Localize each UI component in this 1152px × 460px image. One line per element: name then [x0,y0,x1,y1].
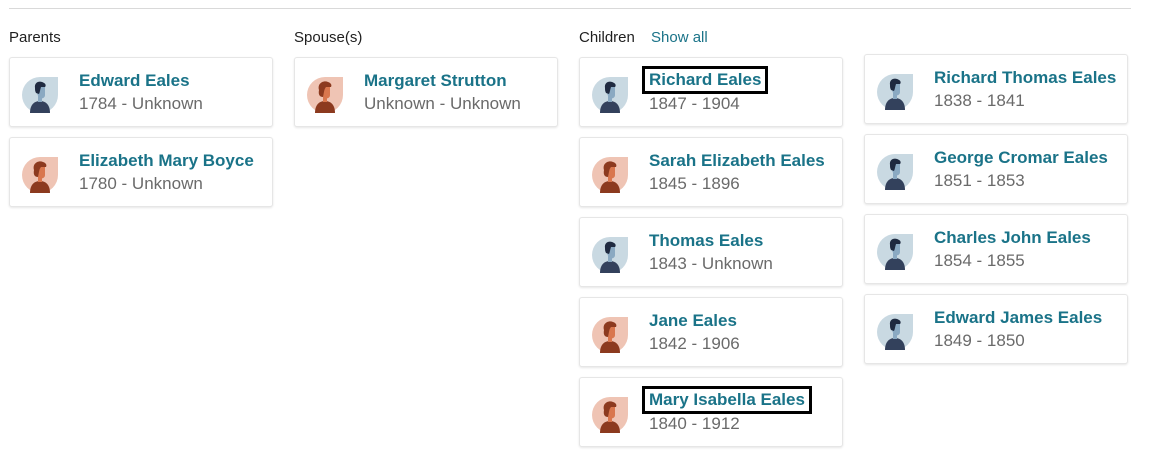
female-avatar-icon [20,155,60,195]
person-dates: Unknown - Unknown [364,94,521,113]
child-card[interactable]: Sarah Elizabeth Eales 1845 - 1896 [579,137,843,207]
person-name[interactable]: Thomas Eales [646,231,766,251]
spouse-card[interactable]: Margaret Strutton Unknown - Unknown [294,57,558,127]
female-avatar-icon [590,315,630,355]
female-avatar-icon [590,155,630,195]
parents-heading: Parents [9,29,61,46]
parent-card[interactable]: Edward Eales 1784 - Unknown [9,57,273,127]
person-dates: 1838 - 1841 [934,91,1025,110]
person-name[interactable]: Richard Thomas Eales [931,68,1119,88]
person-name[interactable]: Edward James Eales [931,308,1105,328]
child-card[interactable]: George Cromar Eales 1851 - 1853 [864,134,1128,204]
person-dates: 1847 - 1904 [649,94,740,113]
person-dates: 1845 - 1896 [649,174,740,193]
children-heading: Children [579,29,635,46]
person-name[interactable]: Richard Eales [641,66,769,94]
person-name[interactable]: Mary Isabella Eales [642,386,812,414]
male-avatar-icon [590,75,630,115]
male-avatar-icon [875,232,915,272]
spouses-heading: Spouse(s) [294,29,363,46]
child-card[interactable]: Thomas Eales 1843 - Unknown [579,217,843,287]
male-avatar-icon [590,235,630,275]
person-name[interactable]: George Cromar Eales [931,148,1111,168]
child-card[interactable]: Charles John Eales 1854 - 1855 [864,214,1128,284]
show-all-link[interactable]: Show all [651,29,708,47]
child-card[interactable]: Richard Eales 1847 - 1904 [579,57,843,127]
person-name[interactable]: Margaret Strutton [361,71,510,91]
male-avatar-icon [20,75,60,115]
person-name[interactable]: Jane Eales [646,311,740,331]
person-dates: 1843 - Unknown [649,254,773,273]
child-card[interactable]: Mary Isabella Eales 1840 - 1912 [579,377,843,447]
male-avatar-icon [875,72,915,112]
person-dates: 1780 - Unknown [79,174,203,193]
female-avatar-icon [590,395,630,435]
child-card[interactable]: Jane Eales 1842 - 1906 [579,297,843,367]
person-name[interactable]: Charles John Eales [931,228,1094,248]
parent-card[interactable]: Elizabeth Mary Boyce 1780 - Unknown [9,137,273,207]
person-dates: 1851 - 1853 [934,171,1025,190]
male-avatar-icon [875,312,915,352]
person-dates: 1842 - 1906 [649,334,740,353]
person-dates: 1854 - 1855 [934,251,1025,270]
person-dates: 1784 - Unknown [79,94,203,113]
female-avatar-icon [305,75,345,115]
person-dates: 1840 - 1912 [649,414,740,433]
child-card[interactable]: Richard Thomas Eales 1838 - 1841 [864,54,1128,124]
child-card[interactable]: Edward James Eales 1849 - 1850 [864,294,1128,364]
person-name[interactable]: Elizabeth Mary Boyce [76,151,257,171]
person-name[interactable]: Edward Eales [76,71,193,91]
person-name[interactable]: Sarah Elizabeth Eales [646,151,828,171]
person-dates: 1849 - 1850 [934,331,1025,350]
top-divider [9,8,1131,9]
male-avatar-icon [875,152,915,192]
